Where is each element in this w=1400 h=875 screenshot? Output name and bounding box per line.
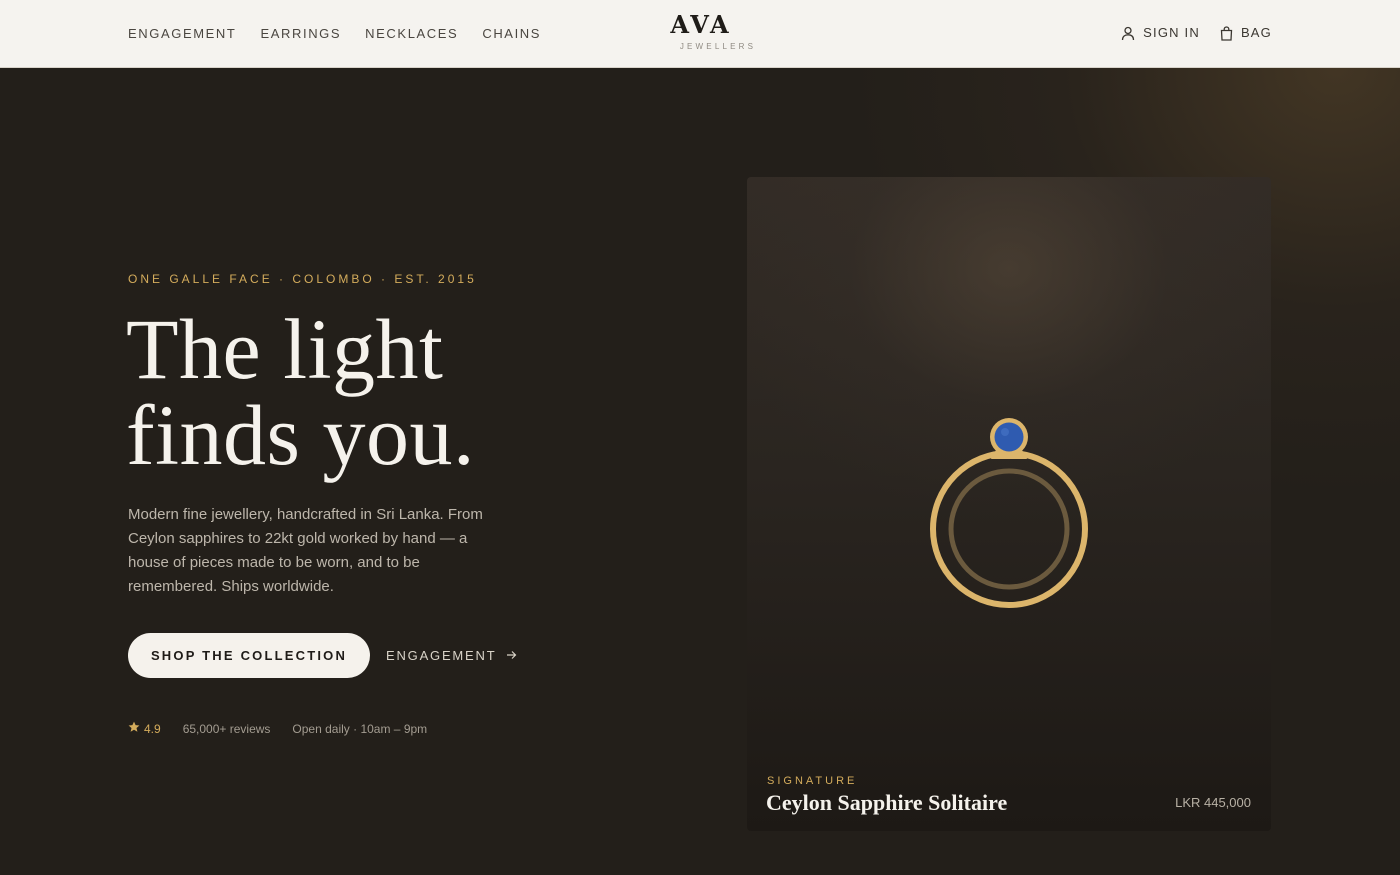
arrow-right-icon (506, 647, 517, 665)
bag-button[interactable]: BAG (1220, 24, 1272, 42)
engagement-link-label: ENGAGEMENT (386, 648, 497, 663)
rating: 4.9 (128, 721, 161, 737)
sign-in-label: SIGN IN (1143, 25, 1200, 40)
headline-line-2: finds you. (126, 387, 475, 483)
hero-eyebrow: ONE GALLE FACE · COLOMBO · EST. 2015 (128, 272, 477, 286)
hero-headline: The light finds you. (126, 306, 686, 478)
rating-value: 4.9 (144, 722, 161, 736)
product-tag: SIGNATURE (767, 775, 858, 787)
hero-description: Modern fine jewellery, handcrafted in Sr… (128, 506, 483, 595)
product-price: LKR 445,000 (1175, 795, 1251, 810)
account-nav: SIGN IN BAG (1121, 24, 1272, 42)
engagement-link[interactable]: ENGAGEMENT (386, 647, 517, 665)
sign-in-button[interactable]: SIGN IN (1121, 24, 1200, 42)
opening-hours: Open daily · 10am – 9pm (292, 722, 428, 736)
bag-label: BAG (1240, 25, 1272, 40)
trust-bar: 4.9 65,000+ reviews Open daily · 10am – … (128, 721, 427, 737)
headline-line-1: The light (126, 301, 444, 397)
star-icon (128, 721, 140, 737)
review-count: 65,000+ reviews (182, 722, 271, 736)
shop-collection-button[interactable]: SHOP THE COLLECTION (128, 633, 370, 678)
shopping-bag-icon (1220, 25, 1233, 41)
product-title: Ceylon Sapphire Solitaire (766, 790, 1008, 815)
user-icon (1121, 26, 1135, 41)
brand-subtitle: JEWELLERS (679, 42, 757, 51)
featured-product-card[interactable]: SIGNATURE Ceylon Sapphire Solitaire LKR … (747, 177, 1271, 831)
site-header: ENGAGEMENT EARRINGS NECKLACES CHAINS AVA… (0, 0, 1400, 68)
sapphire-ring-illustration (927, 413, 1093, 613)
